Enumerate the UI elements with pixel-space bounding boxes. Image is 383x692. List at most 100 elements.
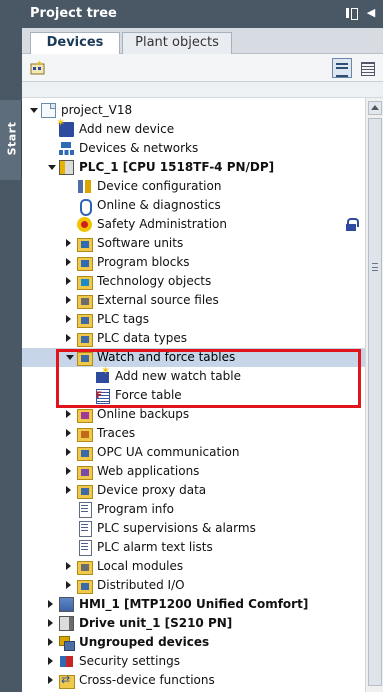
folder-icon — [77, 274, 93, 290]
expand-arrow-icon[interactable] — [48, 600, 53, 608]
collapse-arrow-icon[interactable] — [48, 165, 56, 170]
collapse-icon[interactable]: ◀ — [364, 6, 378, 20]
tab-plant-objects[interactable]: Plant objects — [122, 32, 232, 54]
start-sidebar[interactable]: Start — [0, 0, 22, 692]
tree-item[interactable]: Devices & networks — [22, 139, 365, 158]
tree-item-label: Devices & networks — [79, 141, 199, 155]
document-icon — [77, 540, 92, 556]
tree-item[interactable]: Force table — [22, 386, 365, 405]
expand-arrow-icon[interactable] — [48, 638, 53, 646]
tree-item[interactable]: project_V18 — [22, 101, 365, 120]
tab-bar: Devices Plant objects — [22, 28, 383, 55]
tree-item-label: Local modules — [97, 559, 184, 573]
toolbar-separator — [22, 82, 383, 98]
tree-item[interactable]: Traces — [22, 424, 365, 443]
document-icon — [77, 521, 92, 537]
tree-item[interactable]: PLC data types — [22, 329, 365, 348]
device-config-icon — [77, 179, 92, 194]
expand-arrow-icon[interactable] — [66, 277, 71, 285]
expand-arrow-icon[interactable] — [66, 334, 71, 342]
expand-arrow-icon[interactable] — [66, 296, 71, 304]
ungrouped-devices-icon — [59, 635, 75, 651]
tree-item[interactable]: OPC UA communication — [22, 443, 365, 462]
tree-item[interactable]: Drive unit_1 [S210 PN] — [22, 614, 365, 633]
scroll-up-button[interactable] — [368, 101, 382, 115]
tree-item[interactable]: Watch and force tables — [22, 348, 365, 367]
list-icon[interactable] — [358, 59, 376, 77]
pin-icon[interactable] — [344, 6, 358, 20]
tree-item[interactable]: Security settings — [22, 652, 365, 671]
tree-item[interactable]: PLC supervisions & alarms — [22, 519, 365, 538]
tree-item-label: Program blocks — [97, 255, 190, 269]
tree-item[interactable]: Program blocks — [22, 253, 365, 272]
tree-item[interactable]: PLC_1 [CPU 1518TF-4 PN/DP] — [22, 158, 365, 177]
tree-item[interactable]: Distributed I/O — [22, 576, 365, 595]
toolbar: ✶ — [22, 54, 383, 82]
tree-item[interactable]: PLC alarm text lists — [22, 538, 365, 557]
expand-arrow-icon[interactable] — [66, 581, 71, 589]
expand-arrow-icon[interactable] — [66, 467, 71, 475]
project-tree: project_V18 Add new device Devices & netwo… — [22, 98, 365, 692]
tree-item-label: Web applications — [97, 464, 200, 478]
panel-title: Project tree — [30, 6, 117, 21]
folder-icon — [77, 331, 93, 347]
folder-icon — [77, 255, 93, 271]
tree-item-label: PLC alarm text lists — [97, 540, 213, 554]
tree-item[interactable]: Device configuration — [22, 177, 365, 196]
tree-item[interactable]: Ungrouped devices — [22, 633, 365, 652]
tree-item[interactable]: Online backups — [22, 405, 365, 424]
expand-arrow-icon[interactable] — [48, 676, 53, 684]
cross-device-icon — [59, 673, 75, 689]
tree-item[interactable]: Safety Administration — [22, 215, 365, 234]
expand-arrow-icon[interactable] — [66, 562, 71, 570]
tree-item-label: Device configuration — [97, 179, 222, 193]
tree-item-label: Distributed I/O — [97, 578, 185, 592]
tree-item-label: Device proxy data — [97, 483, 207, 497]
tree-item[interactable]: Software units — [22, 234, 365, 253]
tree-item-label: Ungrouped devices — [79, 635, 210, 649]
expand-arrow-icon[interactable] — [48, 619, 53, 627]
details-view-icon[interactable] — [332, 58, 352, 78]
tab-devices[interactable]: Devices — [30, 32, 120, 55]
tree-item-label: Cross-device functions — [79, 673, 215, 687]
project-tree-window: Start Project tree ◀ Devices Plant objec… — [0, 0, 383, 692]
collapse-arrow-icon[interactable] — [30, 108, 38, 113]
tree-item[interactable]: Program info — [22, 500, 365, 519]
network-icon — [59, 141, 74, 156]
tree-item-label: Add new device — [79, 122, 175, 136]
vertical-scrollbar[interactable] — [365, 98, 383, 692]
expand-arrow-icon[interactable] — [66, 429, 71, 437]
tree-item[interactable]: Add new device — [22, 116, 365, 139]
collapse-arrow-icon[interactable] — [66, 355, 74, 360]
tree-item[interactable]: Cross-device functions — [22, 671, 365, 690]
tree-item[interactable]: Online & diagnostics — [22, 196, 365, 216]
expand-arrow-icon[interactable] — [66, 448, 71, 456]
force-table-icon — [95, 388, 110, 404]
tree-item-label: Online backups — [97, 407, 190, 421]
expand-arrow-icon[interactable] — [66, 239, 71, 247]
tree-item[interactable]: PLC tags — [22, 310, 365, 329]
add-group-icon[interactable]: ✶ — [30, 60, 46, 76]
expand-arrow-icon[interactable] — [66, 258, 71, 266]
tree-item[interactable]: HMI_1 [MTP1200 Unified Comfort] — [22, 595, 365, 614]
folder-icon — [77, 578, 93, 594]
tree-item[interactable]: External source files — [22, 291, 365, 310]
tree-item[interactable]: Add new watch table — [22, 364, 365, 386]
scroll-thumb[interactable] — [368, 118, 382, 686]
tree-item[interactable]: Device proxy data — [22, 481, 365, 500]
add-device-icon — [56, 116, 74, 137]
expand-arrow-icon[interactable] — [66, 486, 71, 494]
expand-arrow-icon[interactable] — [66, 315, 71, 323]
tree-item-label: Safety Administration — [97, 217, 228, 231]
expand-arrow-icon[interactable] — [66, 410, 71, 418]
tree-item[interactable]: Technology objects — [22, 272, 365, 291]
folder-icon — [77, 407, 93, 423]
folder-icon — [77, 483, 93, 499]
tree-item[interactable]: Web applications — [22, 462, 365, 481]
tree-item-label: HMI_1 [MTP1200 Unified Comfort] — [79, 597, 309, 611]
start-label: Start — [5, 121, 19, 156]
expand-arrow-icon[interactable] — [48, 657, 53, 665]
tree-item-label: PLC_1 [CPU 1518TF-4 PN/DP] — [79, 160, 275, 174]
tree-item-label: OPC UA communication — [97, 445, 240, 459]
tree-item[interactable]: Local modules — [22, 557, 365, 576]
